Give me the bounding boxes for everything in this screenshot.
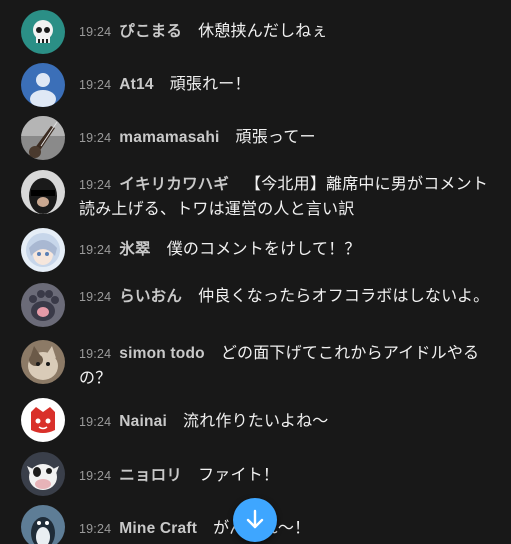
cow-avatar-icon[interactable] <box>21 452 65 496</box>
message-timestamp: 19:24 <box>79 469 112 483</box>
red-mascot-avatar-icon[interactable] <box>21 398 65 442</box>
message-timestamp: 19:24 <box>79 522 112 536</box>
guitar-avatar-icon[interactable] <box>21 116 65 160</box>
cat-paw-avatar-icon[interactable] <box>21 283 65 327</box>
message-timestamp: 19:24 <box>79 178 112 192</box>
author-name[interactable]: Nainai <box>119 413 167 430</box>
arrow-down-icon <box>246 509 264 529</box>
message-text: 流れ作りたいよね～ <box>183 411 329 430</box>
author-name[interactable]: At14 <box>119 76 153 93</box>
cat-avatar-icon[interactable] <box>21 340 65 384</box>
message-text: 頑張ってー <box>235 127 316 146</box>
author-name[interactable]: mamamasahi <box>119 129 219 146</box>
author-name[interactable]: イキリカワハギ <box>119 176 229 193</box>
message-timestamp: 19:24 <box>79 25 112 39</box>
message-timestamp: 19:24 <box>79 243 112 257</box>
skull-avatar-icon[interactable] <box>21 10 65 54</box>
message-text: 僕のコメントをけして！？ <box>166 239 361 258</box>
author-name[interactable]: Mine Craft <box>119 520 197 537</box>
message-timestamp: 19:24 <box>79 347 112 361</box>
message-timestamp: 19:24 <box>79 131 112 145</box>
author-name[interactable]: simon todo <box>119 345 205 362</box>
chat-message-list[interactable]: 19:24 ぴこまる 休憩挟んだしねぇ 19:24 At14 頑張れー！ 19:… <box>0 0 511 544</box>
message-text: 頑張れー！ <box>169 74 251 93</box>
default-user-avatar-icon[interactable] <box>21 63 65 107</box>
author-name[interactable]: ぴこまる <box>119 23 182 40</box>
message-text: ファイト！ <box>198 465 280 484</box>
message-timestamp: 19:24 <box>79 290 112 304</box>
message-text: 仲良くなったらオフコラボはしないよ。 <box>198 286 490 305</box>
anime-girl-avatar-icon[interactable] <box>21 228 65 272</box>
message-timestamp: 19:24 <box>79 415 112 429</box>
photo-avatar-icon[interactable] <box>21 170 65 214</box>
author-name[interactable]: らいおん <box>119 288 182 305</box>
message-timestamp: 19:24 <box>79 78 112 92</box>
author-name[interactable]: ニョロリ <box>119 467 182 484</box>
author-name[interactable]: 氷翠 <box>119 241 150 258</box>
message-text: 休憩挟んだしねぇ <box>198 21 328 40</box>
scroll-to-bottom-button[interactable] <box>233 498 277 542</box>
penguin-avatar-icon[interactable] <box>21 505 65 544</box>
